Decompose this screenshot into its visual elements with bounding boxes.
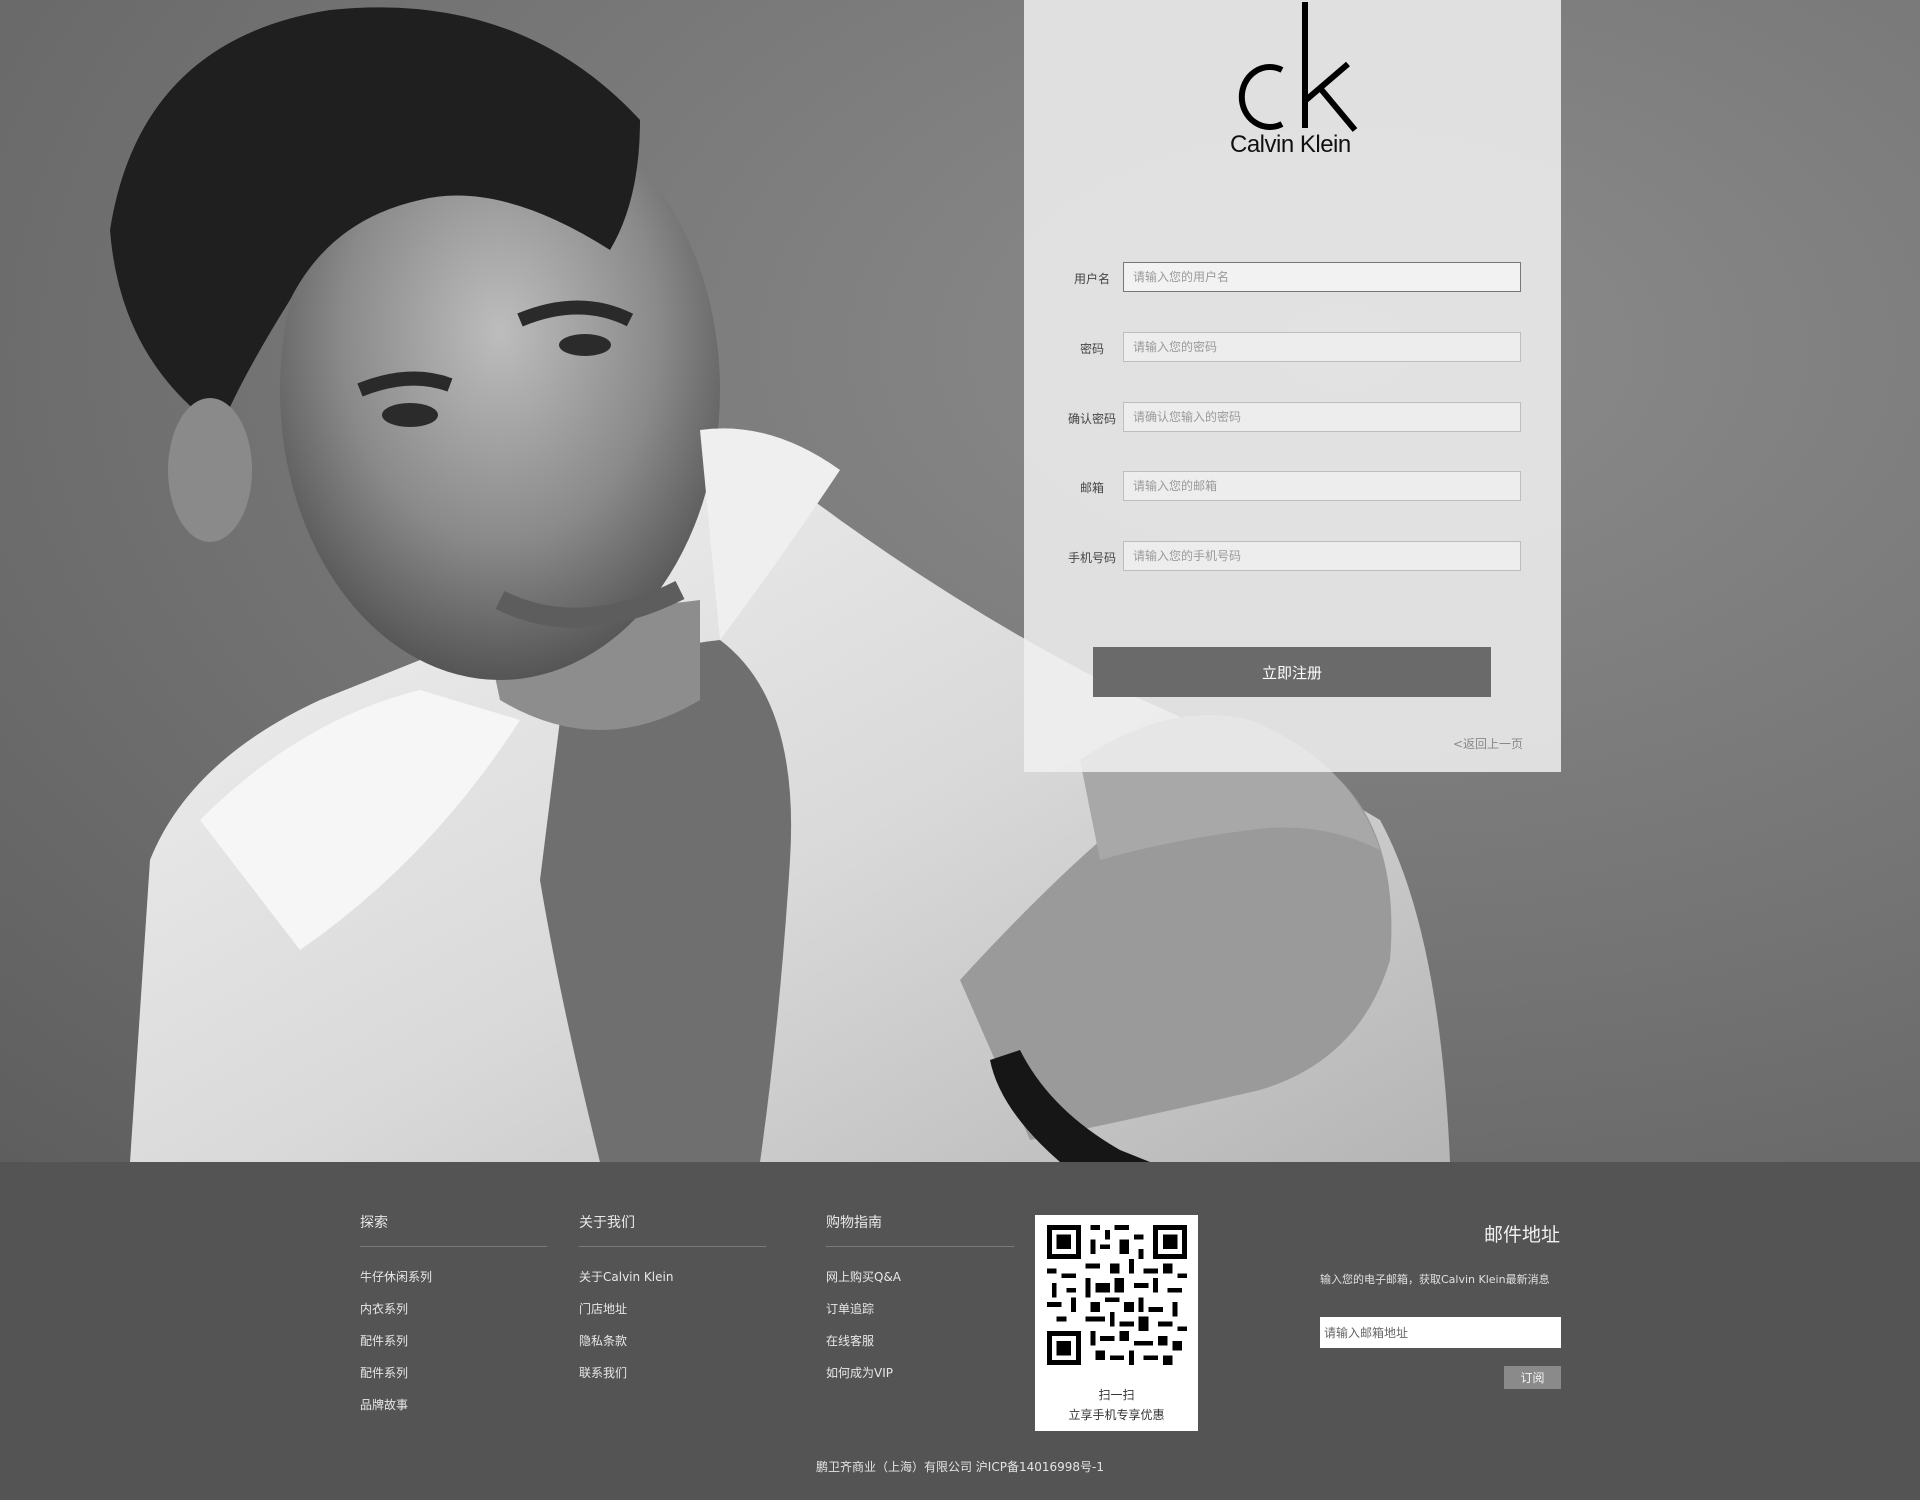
footer-link[interactable]: 联系我们: [579, 1365, 766, 1397]
footer-link[interactable]: 品牌故事: [360, 1397, 547, 1429]
phone-input[interactable]: [1123, 541, 1521, 571]
qr-caption-line2: 立享手机专享优惠: [1068, 1408, 1165, 1422]
username-row: 用户名: [1024, 262, 1561, 294]
footer-link[interactable]: 门店地址: [579, 1301, 766, 1333]
footer-link[interactable]: 隐私条款: [579, 1333, 766, 1365]
newsletter-description: 输入您的电子邮箱，获取Calvin Klein最新消息: [1320, 1273, 1550, 1286]
footer-link[interactable]: 内衣系列: [360, 1301, 547, 1333]
footer-column-title: 探索: [360, 1212, 547, 1247]
footer-link[interactable]: 牛仔休闲系列: [360, 1269, 547, 1301]
newsletter-email-input[interactable]: [1320, 1317, 1561, 1348]
footer-link[interactable]: 关于Calvin Klein: [579, 1269, 766, 1301]
username-label: 用户名: [1073, 272, 1110, 286]
password-input[interactable]: [1123, 332, 1521, 362]
password-label: 密码: [1079, 342, 1104, 356]
footer: 探索 牛仔休闲系列 内衣系列 配件系列 配件系列 品牌故事 关于我们 关于Cal…: [0, 1162, 1920, 1500]
confirm-password-label: 确认密码: [1067, 412, 1116, 426]
hero-section: Calvin Klein 用户名 密码 确认密码 邮箱 手机号码 立即注册 <返…: [0, 0, 1920, 1162]
back-link[interactable]: <返回上一页: [1453, 735, 1523, 752]
email-row: 邮箱: [1024, 471, 1561, 503]
hero-model-photo: [110, 7, 1450, 1162]
confirm-password-input[interactable]: [1123, 402, 1521, 432]
newsletter-title: 邮件地址: [1483, 1224, 1560, 1246]
footer-column-title: 关于我们: [579, 1212, 766, 1247]
qr-caption: 扫一扫 立享手机专享优惠: [1035, 1385, 1198, 1425]
username-input[interactable]: [1123, 262, 1521, 292]
footer-column-about: 关于我们 关于Calvin Klein 门店地址 隐私条款 联系我们: [579, 1212, 766, 1397]
confirm-password-row: 确认密码: [1024, 402, 1561, 434]
footer-column-explore: 探索 牛仔休闲系列 内衣系列 配件系列 配件系列 品牌故事: [360, 1212, 547, 1429]
footer-link[interactable]: 在线客服: [826, 1333, 1014, 1365]
footer-column-shopping-guide: 购物指南 网上购买Q&A 订单追踪 在线客服 如何成为VIP: [826, 1212, 1014, 1397]
ck-logo-mark: [1238, 2, 1358, 132]
calvin-klein-logo: Calvin Klein: [1230, 0, 1370, 165]
footer-link[interactable]: 如何成为VIP: [826, 1365, 1014, 1397]
email-input[interactable]: [1123, 471, 1521, 501]
qr-code-card: 扫一扫 立享手机专享优惠: [1035, 1215, 1198, 1431]
footer-column-title: 购物指南: [826, 1212, 1014, 1247]
copyright-text: 鹏卫齐商业（上海）有限公司 沪ICP备14016998号-1: [815, 1460, 1104, 1474]
password-row: 密码: [1024, 332, 1561, 364]
footer-link[interactable]: 配件系列: [360, 1333, 547, 1365]
footer-link[interactable]: 网上购买Q&A: [826, 1269, 1014, 1301]
qr-code-icon: [1047, 1225, 1187, 1365]
phone-label: 手机号码: [1067, 551, 1116, 565]
logo-text: Calvin Klein: [1230, 131, 1351, 158]
qr-caption-line1: 扫一扫: [1098, 1388, 1135, 1402]
register-button[interactable]: 立即注册: [1093, 647, 1491, 697]
email-label: 邮箱: [1079, 481, 1104, 495]
footer-link[interactable]: 订单追踪: [826, 1301, 1014, 1333]
subscribe-button[interactable]: 订阅: [1504, 1366, 1561, 1389]
phone-row: 手机号码: [1024, 541, 1561, 573]
register-panel: Calvin Klein 用户名 密码 确认密码 邮箱 手机号码 立即注册 <返…: [1024, 0, 1561, 772]
footer-link[interactable]: 配件系列: [360, 1365, 547, 1397]
